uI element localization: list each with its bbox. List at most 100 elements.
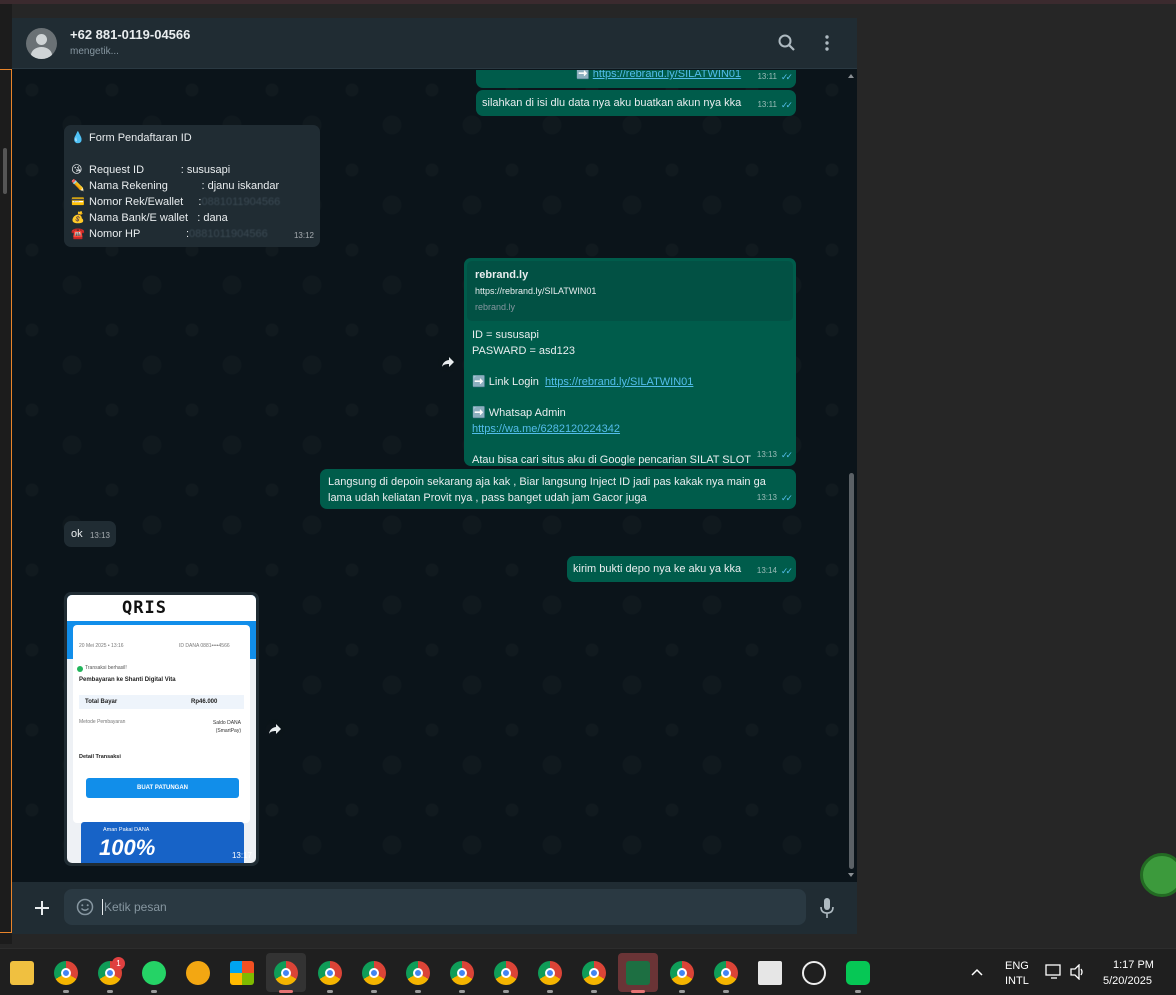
chrome-icon[interactable] [406, 961, 430, 985]
account-password: PASWARD = asd123 [472, 345, 576, 357]
file-explorer-icon[interactable] [10, 961, 34, 985]
microphone-icon[interactable] [819, 897, 835, 919]
chrome-icon[interactable] [670, 961, 694, 985]
contact-status: mengetik... [70, 46, 119, 57]
receipt-method-value: Saldo DANA (SmartPay) [212, 720, 241, 734]
account-message-bubble[interactable]: rebrand.ly https://rebrand.ly/SILATWIN01… [464, 258, 796, 466]
message-text: Langsung di depoin sekarang aja kak , Bi… [328, 476, 766, 504]
form-row: 💰 Nama Bank/E wallet : dana [71, 212, 228, 224]
contact-name[interactable]: +62 881-0119-04566 [70, 27, 190, 42]
admin-link[interactable]: https://wa.me/6282120224342 [472, 423, 620, 435]
message-time: 13:14 [756, 566, 777, 575]
receipt-total-label: Total Bayar [85, 699, 118, 705]
form-title: 💧 Form Pendaftaran ID [71, 132, 192, 144]
message-composer: Ketik pesan [12, 882, 857, 934]
keyboard-layout[interactable]: INTL [1005, 975, 1029, 987]
arrow-right-icon: ➡️ [472, 407, 486, 419]
message-time: 13:13 [756, 450, 777, 459]
chrome-icon[interactable] [494, 961, 518, 985]
plus-icon[interactable] [32, 898, 52, 918]
chrome-icon[interactable] [318, 961, 342, 985]
message-list[interactable]: ➡️ https://rebrand.ly/SILATWIN01 13:11 ✓✓… [12, 70, 857, 882]
chrome-icon[interactable] [54, 961, 78, 985]
message-text: ok [71, 528, 83, 540]
font-viewer-icon[interactable] [758, 961, 782, 985]
message-bubble[interactable]: ➡️ https://rebrand.ly/SILATWIN01 13:11 ✓✓ [476, 70, 796, 88]
whatsapp-icon[interactable] [142, 961, 166, 985]
whatsapp-window: +62 881-0119-04566 mengetik... ➡️ https:… [12, 18, 857, 934]
message-time: 13:11 [757, 72, 777, 81]
language-indicator[interactable]: ENG [1005, 960, 1029, 972]
login-link[interactable]: https://rebrand.ly/SILATWIN01 [545, 376, 693, 388]
preview-url: https://rebrand.ly/SILATWIN01 [475, 286, 597, 296]
message-text: kirim bukti depo nya ke aku ya kka [573, 563, 742, 575]
receipt-banner: Aman Pakai DANA [103, 827, 150, 833]
receipt-date: 20 Mei 2025 • 13:16 [79, 643, 124, 649]
receipt-image[interactable]: QRIS 20 Mei 2025 • 13:16 ID DANA 0881•••… [67, 595, 256, 863]
message-bubble[interactable]: Langsung di depoin sekarang aja kak , Bi… [320, 469, 796, 509]
image-message-bubble[interactable]: QRIS 20 Mei 2025 • 13:16 ID DANA 0881•••… [64, 592, 259, 866]
chrome-icon[interactable] [362, 961, 386, 985]
message-input-placeholder: Ketik pesan [104, 900, 167, 914]
message-time: 13:13 [89, 531, 110, 540]
message-link[interactable]: https://rebrand.ly/SILATWIN01 [593, 70, 741, 80]
emoji-icon[interactable] [76, 898, 94, 916]
chrome-icon[interactable] [582, 961, 606, 985]
form-row: ☎️ Nomor HP :0881011904566 [71, 228, 268, 240]
receipt-status: Transaksi berhasil! [85, 665, 127, 671]
chrome-icon[interactable] [538, 961, 562, 985]
store-icon[interactable] [230, 961, 254, 985]
chrome-icon[interactable] [450, 961, 474, 985]
message-bubble[interactable]: ok 13:13 [64, 521, 116, 547]
window-top-border [0, 0, 1176, 4]
message-bubble[interactable]: silahkan di isi dlu data nya aku buatkan… [476, 90, 796, 116]
receipt-button: BUAT PATUNGAN [86, 778, 239, 798]
qris-logo: QRIS [122, 598, 167, 618]
preview-title: rebrand.ly [475, 269, 529, 281]
receipt-method-label: Metode Pembayaran [79, 719, 126, 725]
notification-badge: 1 [112, 957, 125, 970]
chevron-up-icon[interactable] [971, 967, 983, 977]
clock-date[interactable]: 5/20/2025 [1103, 975, 1152, 987]
preview-domain: rebrand.ly [475, 302, 516, 312]
link-preview[interactable]: rebrand.ly https://rebrand.ly/SILATWIN01… [467, 261, 793, 321]
admin-row: ➡️ Whatsap Admin [472, 407, 566, 419]
vpn-icon[interactable] [186, 961, 210, 985]
droplet-icon: 💧 [71, 132, 85, 144]
receipt-banner-big: 100% [99, 835, 156, 860]
receipt-payee: Pembayaran ke Shanti Digital Vita [79, 677, 176, 683]
forward-icon[interactable] [265, 719, 285, 739]
clock-time[interactable]: 1:17 PM [1113, 959, 1154, 971]
chat-scrollbar[interactable] [846, 70, 857, 882]
receipt-total-value: Rp46.000 [191, 699, 218, 705]
left-panel-scrollbar[interactable] [3, 148, 7, 194]
app-icon[interactable] [802, 961, 826, 985]
message-time: 13:13 [756, 493, 777, 502]
excel-icon[interactable] [626, 961, 650, 985]
volume-icon[interactable] [1069, 964, 1087, 980]
form-row: ✏️ Nama Rekening : djanu iskandar [71, 180, 280, 192]
line-icon[interactable] [846, 961, 870, 985]
message-input[interactable]: Ketik pesan [64, 889, 806, 925]
message-time: 13:12 [293, 231, 314, 240]
form-message-bubble[interactable]: 💧 Form Pendaftaran ID 😘 Request ID : susus… [64, 125, 320, 247]
message-time: 13:17 [231, 851, 252, 860]
message-time: 13:11 [757, 100, 777, 109]
forward-icon[interactable] [438, 352, 458, 372]
receipt-id: ID DANA 0881••••4566 [179, 643, 230, 649]
message-text: silahkan di isi dlu data nya aku buatkan… [482, 97, 742, 109]
kebab-menu-icon[interactable] [817, 33, 837, 53]
left-panel-frame [0, 69, 12, 933]
account-id: ID = sususapi [472, 329, 539, 341]
search-icon[interactable] [777, 33, 797, 53]
floating-app-logo[interactable] [1140, 853, 1176, 897]
chrome-icon[interactable] [714, 961, 738, 985]
success-icon [77, 666, 83, 672]
chrome-icon[interactable] [274, 961, 298, 985]
receipt-detail-label: Detail Transaksi [79, 754, 121, 760]
network-icon[interactable] [1045, 964, 1063, 980]
message-bubble[interactable]: kirim bukti depo nya ke aku ya kka 13:14… [567, 556, 796, 582]
avatar[interactable] [26, 28, 57, 59]
login-row: ➡️ Link Login https://rebrand.ly/SILATWI… [472, 376, 694, 388]
arrow-right-icon: ➡️ [472, 376, 486, 388]
